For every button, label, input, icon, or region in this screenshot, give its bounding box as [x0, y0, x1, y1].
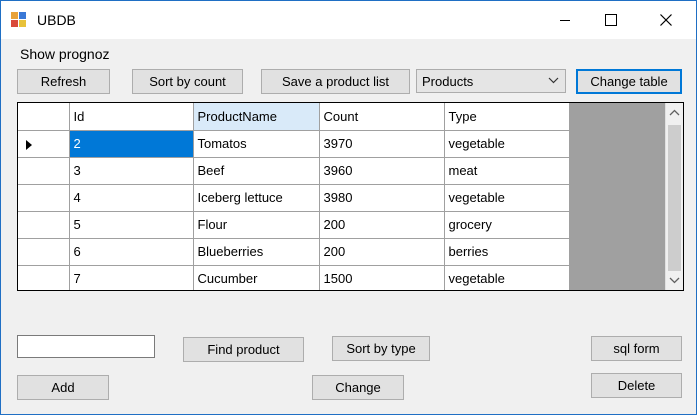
save-product-list-button[interactable]: Save a product list: [261, 69, 410, 94]
minimize-button[interactable]: [542, 1, 588, 39]
app-icon: [11, 12, 27, 28]
find-product-button[interactable]: Find product: [183, 337, 304, 362]
cell-type[interactable]: vegetable: [443, 183, 570, 212]
cell-count[interactable]: 3980: [318, 183, 445, 212]
table-header-row: Id ProductName Count Type: [18, 103, 570, 131]
close-button[interactable]: [643, 1, 689, 39]
scroll-up-icon[interactable]: [669, 109, 680, 116]
table-row[interactable]: 6 Blueberries 200 berries: [18, 237, 570, 266]
products-grid[interactable]: Id ProductName Count Type 2 Tomatos 3970…: [17, 102, 684, 291]
row-header[interactable]: [18, 129, 70, 158]
cell-id[interactable]: 5: [68, 210, 194, 239]
cell-id[interactable]: 3: [68, 156, 194, 185]
cell-productname[interactable]: Blueberries: [192, 237, 320, 266]
row-header[interactable]: [18, 210, 70, 239]
cell-id[interactable]: 7: [68, 264, 194, 290]
cell-count[interactable]: 200: [318, 237, 445, 266]
column-header-id[interactable]: Id: [68, 103, 194, 131]
table-row[interactable]: 2 Tomatos 3970 vegetable: [18, 129, 570, 158]
cell-productname[interactable]: Flour: [192, 210, 320, 239]
cell-type[interactable]: vegetable: [443, 264, 570, 290]
add-button[interactable]: Add: [17, 375, 109, 400]
refresh-button[interactable]: Refresh: [17, 69, 110, 94]
sql-form-button[interactable]: sql form: [591, 336, 682, 361]
row-header[interactable]: [18, 156, 70, 185]
scrollbar-thumb[interactable]: [668, 125, 681, 271]
cell-type[interactable]: vegetable: [443, 129, 570, 158]
cell-id[interactable]: 4: [68, 183, 194, 212]
maximize-icon: [605, 14, 617, 26]
cell-productname[interactable]: Cucumber: [192, 264, 320, 290]
cell-type[interactable]: meat: [443, 156, 570, 185]
table-row[interactable]: 5 Flour 200 grocery: [18, 210, 570, 239]
table-row[interactable]: 3 Beef 3960 meat: [18, 156, 570, 185]
title-bar[interactable]: UBDB: [1, 1, 696, 39]
menu-show-prognoz[interactable]: Show prognoz: [20, 46, 110, 62]
row-header[interactable]: [18, 264, 70, 290]
change-table-button[interactable]: Change table: [576, 69, 682, 94]
maximize-button[interactable]: [588, 1, 634, 39]
row-header-corner: [18, 103, 70, 131]
main-window: UBDB Show prognoz Refresh Sort by count …: [0, 0, 697, 415]
table-select[interactable]: Products: [416, 69, 566, 93]
cell-type[interactable]: berries: [443, 237, 570, 266]
chevron-down-icon: [548, 77, 559, 84]
cell-id[interactable]: 2: [68, 129, 194, 158]
cell-productname[interactable]: Tomatos: [192, 129, 320, 158]
window-title: UBDB: [37, 12, 76, 28]
sort-by-count-button[interactable]: Sort by count: [132, 69, 243, 94]
search-input[interactable]: [17, 335, 155, 358]
products-table: Id ProductName Count Type 2 Tomatos 3970…: [18, 103, 570, 290]
column-header-productname[interactable]: ProductName: [192, 103, 320, 131]
cell-count[interactable]: 3960: [318, 156, 445, 185]
row-header[interactable]: [18, 183, 70, 212]
column-header-type[interactable]: Type: [443, 103, 570, 131]
cell-count[interactable]: 1500: [318, 264, 445, 290]
cell-type[interactable]: grocery: [443, 210, 570, 239]
delete-button[interactable]: Delete: [591, 373, 682, 398]
minimize-icon: [560, 20, 570, 21]
column-header-count[interactable]: Count: [318, 103, 445, 131]
sort-by-type-button[interactable]: Sort by type: [332, 336, 430, 361]
current-row-arrow-icon: [26, 139, 32, 150]
change-button[interactable]: Change: [312, 375, 404, 400]
table-select-value: Products: [422, 74, 474, 89]
cell-count[interactable]: 200: [318, 210, 445, 239]
table-row[interactable]: 4 Iceberg lettuce 3980 vegetable: [18, 183, 570, 212]
scroll-down-icon[interactable]: [669, 277, 680, 284]
table-row[interactable]: 7 Cucumber 1500 vegetable: [18, 264, 570, 290]
row-header[interactable]: [18, 237, 70, 266]
close-icon: [660, 14, 672, 26]
cell-id[interactable]: 6: [68, 237, 194, 266]
vertical-scrollbar[interactable]: [665, 103, 683, 290]
cell-count[interactable]: 3970: [318, 129, 445, 158]
cell-productname[interactable]: Iceberg lettuce: [192, 183, 320, 212]
cell-productname[interactable]: Beef: [192, 156, 320, 185]
